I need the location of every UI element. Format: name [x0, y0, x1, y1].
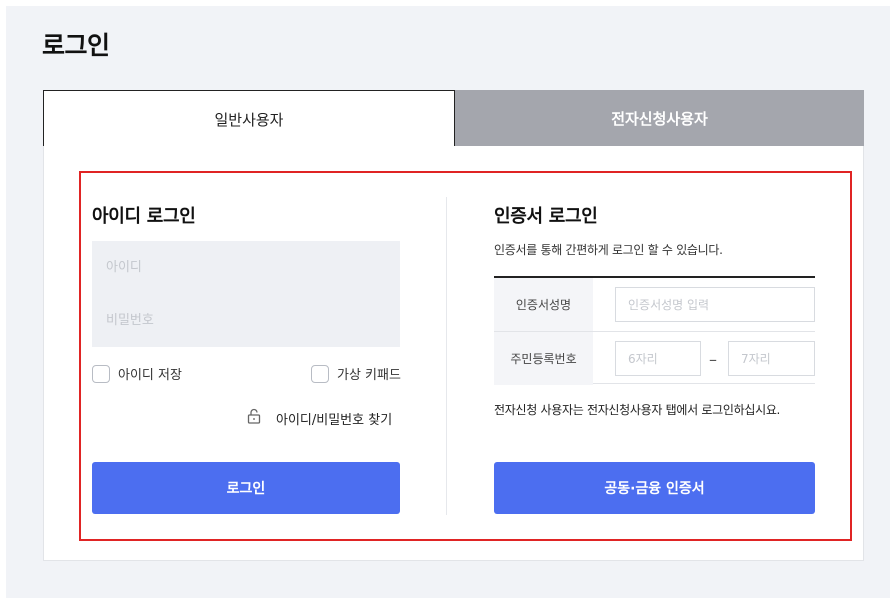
id-input[interactable]	[92, 241, 400, 294]
save-id-option[interactable]: 아이디 저장	[92, 364, 182, 383]
virtual-keypad-label: 가상 키패드	[337, 368, 401, 383]
rrn-back-input[interactable]	[728, 341, 815, 376]
login-button[interactable]: 로그인	[92, 462, 400, 514]
page-title: 로그인	[42, 31, 110, 60]
tab-e-application-user[interactable]: 전자신청사용자	[455, 90, 864, 147]
e-application-note: 전자신청 사용자는 전자신청사용자 탭에서 로그인하십시요.	[494, 403, 781, 417]
cert-name-label: 인증서성명	[494, 278, 593, 331]
section-divider	[446, 197, 447, 515]
id-login-title: 아이디 로그인	[92, 206, 196, 227]
tab-general-user[interactable]: 일반사용자	[43, 90, 455, 147]
find-link-label: 아이디/비밀번호 찾기	[276, 412, 393, 428]
password-input[interactable]	[92, 294, 400, 347]
lock-open-icon	[246, 408, 262, 428]
rrn-separator: –	[709, 350, 717, 369]
rrn-front-input[interactable]	[615, 341, 701, 376]
cert-name-input[interactable]	[615, 287, 815, 322]
certificate-login-button[interactable]: 공동·금융 인증서	[494, 462, 815, 514]
tab-bar: 일반사용자 전자신청사용자	[43, 90, 864, 147]
find-id-password-link[interactable]: 아이디/비밀번호 찾기	[246, 408, 392, 428]
virtual-keypad-option[interactable]: 가상 키패드	[311, 364, 401, 383]
cert-login-description: 인증서를 통해 간편하게 로그인 할 수 있습니다.	[494, 243, 723, 257]
cert-login-title: 인증서 로그인	[494, 206, 598, 227]
virtual-keypad-checkbox[interactable]	[311, 364, 329, 383]
rrn-label: 주민등록번호	[494, 332, 593, 385]
cert-form-table: 인증서성명 주민등록번호 –	[494, 276, 815, 385]
save-id-checkbox[interactable]	[92, 364, 110, 383]
save-id-label: 아이디 저장	[118, 368, 182, 383]
